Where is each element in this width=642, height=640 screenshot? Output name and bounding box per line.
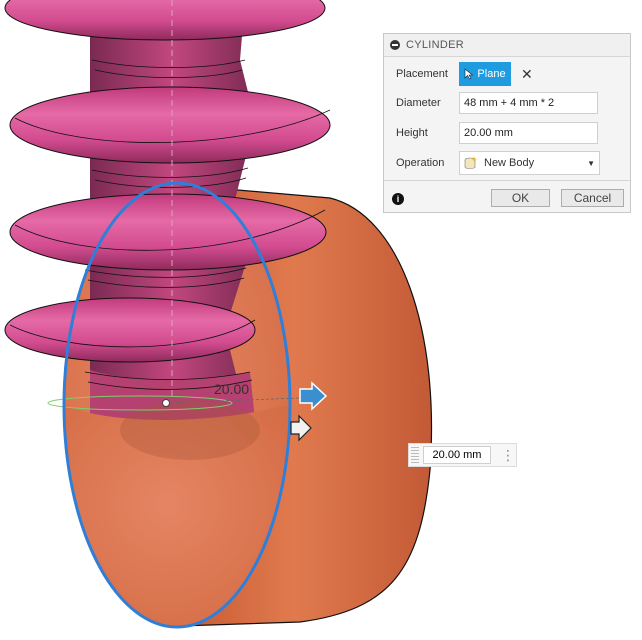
dropdown-arrow-icon: ▼ [587,158,595,168]
cursor-arrow-icon [465,68,474,80]
placement-plane-button[interactable]: Plane [459,62,511,86]
operation-row: Operation New Body ▼ [396,151,600,175]
dialog-title: CYLINDER [406,39,465,51]
height-input-box: 20.00 mm ⋮ [408,443,517,467]
operation-value: New Body [484,157,535,169]
new-body-icon [464,156,477,169]
operation-select[interactable]: New Body ▼ [459,151,600,175]
diameter-label: Diameter [396,97,441,109]
height-label: Height [396,127,428,139]
dialog-footer: i OK Cancel [384,180,630,213]
diameter-row: Diameter 48 mm + 4 mm * 2 [396,92,598,114]
ok-button[interactable]: OK [491,189,550,207]
plane-label: Plane [477,68,506,80]
height-input[interactable]: 20.00 mm [459,122,598,144]
cylinder-dialog: CYLINDER Placement Plane ✕ Diameter 48 m… [383,33,631,213]
operation-label: Operation [396,157,445,169]
height-row: Height 20.00 mm [396,122,598,144]
clear-selection-icon[interactable]: ✕ [521,66,533,83]
info-icon[interactable]: i [392,193,404,205]
height-value-input[interactable]: 20.00 mm [423,446,491,464]
cancel-button[interactable]: Cancel [561,189,624,207]
more-vertical-icon[interactable]: ⋮ [501,448,515,462]
placement-row: Placement Plane ✕ [396,62,533,86]
drag-grip-icon[interactable] [411,447,419,463]
diameter-input[interactable]: 48 mm + 4 mm * 2 [459,92,598,114]
center-point[interactable] [162,399,170,407]
dialog-header[interactable]: CYLINDER [384,34,630,57]
dimension-label[interactable]: 20.00 [214,381,249,397]
collapse-icon[interactable] [390,40,400,50]
placement-label: Placement [396,68,448,80]
